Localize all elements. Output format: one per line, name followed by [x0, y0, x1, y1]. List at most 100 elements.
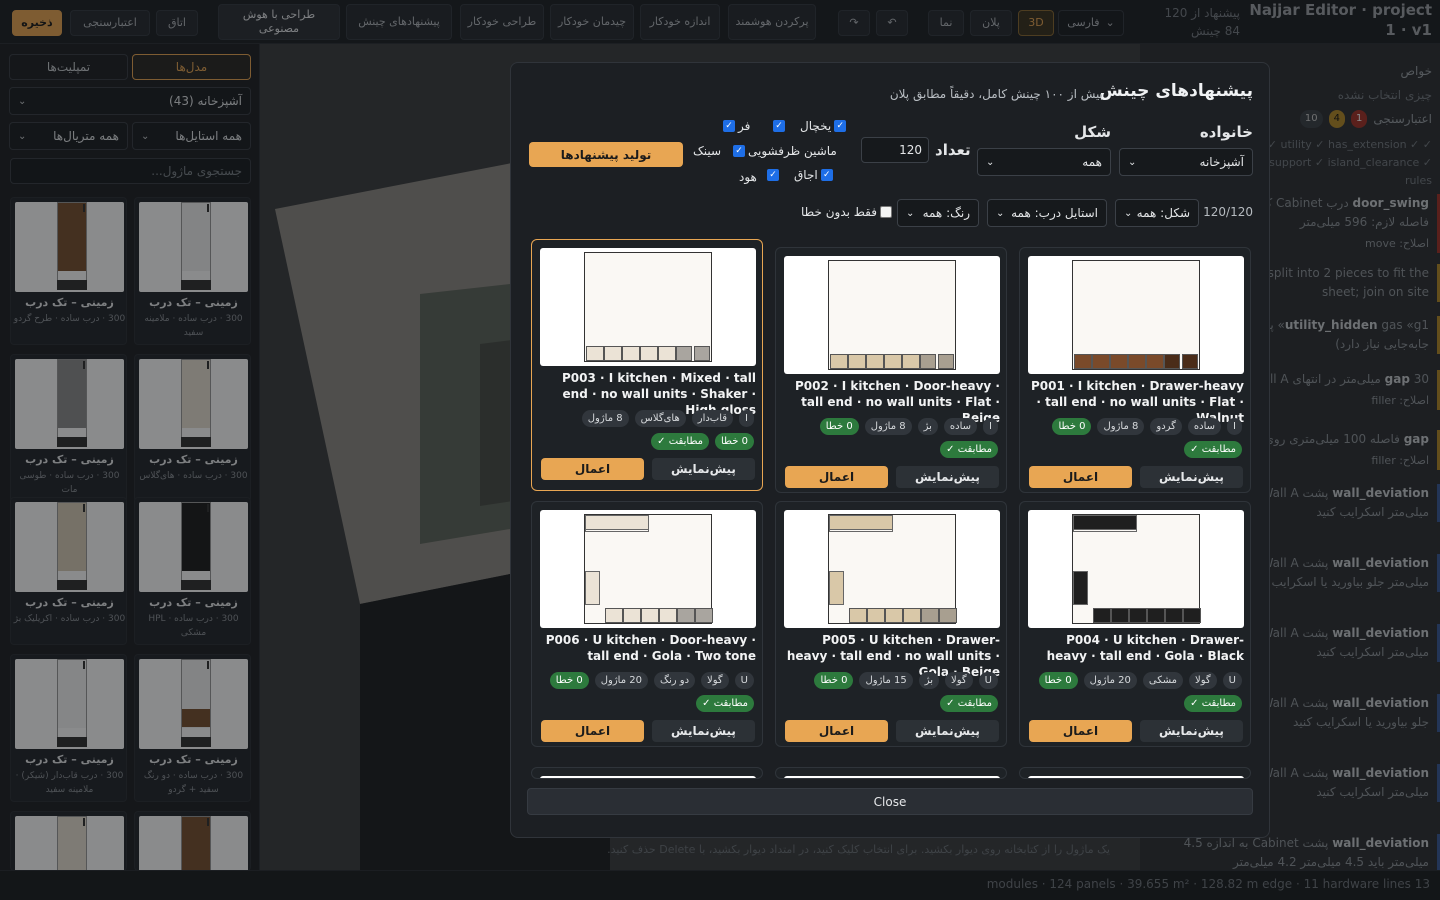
suggestion-card[interactable]: P004 · U kitchen · Drawer-heavy · tall e… [1019, 501, 1251, 747]
shape-select[interactable]: ⌄ همه [977, 148, 1111, 176]
apply-button[interactable]: اعمال [785, 466, 888, 488]
cabinet-unit [694, 346, 710, 361]
layout-suggestions-dialog: پیشنهادهای چینش بیش از ۱۰۰ چینش کامل، دق… [510, 62, 1270, 838]
layout-thumbnail [540, 776, 756, 778]
tag: مشکی [1142, 672, 1184, 689]
cabinet-unit [903, 608, 921, 623]
cabinet-unit [1147, 608, 1165, 623]
tag: گولا [1189, 672, 1217, 689]
family-select[interactable]: ⌄ آشپزخانه [1119, 148, 1253, 176]
chevron-down-icon: ⌄ [986, 156, 995, 168]
shape-value: همه [1082, 155, 1102, 169]
filter-door-value: استایل درب: همه [1011, 206, 1098, 220]
room-outline [828, 514, 957, 624]
tag: U [978, 672, 998, 689]
cabinet-unit [640, 346, 658, 361]
preview-button[interactable]: پیش‌نمایش [1140, 720, 1243, 742]
apply-button[interactable]: اعمال [541, 720, 644, 742]
stove-checkbox[interactable]: ✓ اجاق ✓ [767, 168, 833, 182]
cabinet-unit [1182, 354, 1198, 369]
cabinet-unit [1183, 608, 1201, 623]
layout-thumbnail [1028, 776, 1244, 778]
error-free-checkbox[interactable]: فقط بدون خطا [801, 205, 892, 219]
match-badge: مطابقت ✓ [1184, 695, 1242, 712]
layout-thumbnail [1028, 256, 1244, 374]
count-label: تعداد [935, 141, 971, 159]
side-unit [829, 571, 844, 605]
cabinet-unit [605, 608, 623, 623]
checkbox-checked-icon: ✓ [773, 120, 785, 132]
sink-checkbox[interactable]: سینک [693, 144, 721, 158]
checkbox-unchecked-icon [880, 206, 892, 218]
match-badge: مطابقت ✓ [940, 441, 998, 458]
suggestion-card[interactable]: P005 · U kitchen · Drawer-heavy · tall e… [775, 501, 1007, 747]
cabinet-unit [623, 608, 641, 623]
close-button[interactable]: Close [527, 788, 1253, 815]
family-label: خانواده [1199, 123, 1253, 141]
cabinet-unit [885, 608, 903, 623]
preview-button[interactable]: پیش‌نمایش [896, 720, 999, 742]
room-outline [1072, 260, 1200, 370]
cabinet-unit [1110, 354, 1128, 369]
checkbox-checked-icon: ✓ [834, 120, 847, 132]
preview-button[interactable]: پیش‌نمایش [652, 720, 755, 742]
hood-checkbox[interactable]: هود [739, 170, 757, 184]
filter-color-select[interactable]: ⌄ رنگ: همه [897, 199, 979, 227]
error-count-badge: 0 خطا [715, 433, 754, 450]
cabinet-unit [658, 346, 676, 361]
apply-button[interactable]: اعمال [1029, 466, 1132, 488]
cabinet-unit [586, 346, 604, 361]
dialog-subtitle: بیش از ۱۰۰ چینش کامل، دقیقاً مطابق پلان [889, 87, 1103, 101]
count-input[interactable] [861, 137, 929, 163]
preview-button[interactable]: پیش‌نمایش [896, 466, 999, 488]
dishwasher-checkbox[interactable]: ماشین ظرفشویی ✓ [733, 144, 837, 158]
layout-thumbnail [784, 776, 1000, 778]
cabinet-unit [830, 354, 848, 369]
tag: بژ [918, 672, 940, 689]
preview-button[interactable]: پیش‌نمایش [652, 458, 755, 480]
apply-button[interactable]: اعمال [785, 720, 888, 742]
suggestion-card-partial [531, 767, 763, 779]
preview-button[interactable]: پیش‌نمایش [1140, 466, 1243, 488]
cabinet-unit [622, 346, 640, 361]
match-badge: مطابقت ✓ [940, 695, 998, 712]
tag-row: I ساده بژ 8 ماژول 0 خطا مطابقت ✓ [782, 418, 998, 458]
generate-suggestions-button[interactable]: تولید پیشنهادها [529, 142, 683, 167]
layout-thumbnail [540, 248, 756, 366]
tag-row: I ساده گردو 8 ماژول 0 خطا مطابقت ✓ [1026, 418, 1242, 458]
filter-door-select[interactable]: ⌄ استایل درب: همه [987, 199, 1107, 227]
suggestion-card[interactable]: P002 · I kitchen · Door-heavy · tall end… [775, 247, 1007, 493]
cabinet-unit [1146, 354, 1164, 369]
filter-shape-select[interactable]: ⌄ شکل: همه [1115, 199, 1199, 227]
apply-button[interactable]: اعمال [541, 458, 644, 480]
tag: گولا [945, 672, 973, 689]
sink-label: سینک [693, 144, 722, 158]
oven-checkbox[interactable]: فر ✓ [723, 119, 750, 133]
suggestion-card-partial [775, 767, 1007, 779]
filter-color-value: رنگ: همه [922, 206, 970, 220]
cabinet-unit [1164, 354, 1180, 369]
error-count-badge: 0 خطا [1038, 672, 1078, 689]
error-count-badge: 0 خطا [814, 672, 854, 689]
tag: I [739, 410, 754, 427]
cabinet-unit [1129, 608, 1147, 623]
cabinet-unit [848, 354, 866, 369]
fridge-checkbox[interactable]: ✓ یخچال ✓ [773, 119, 847, 133]
apply-button[interactable]: اعمال [1029, 720, 1132, 742]
cabinet-unit [1111, 608, 1129, 623]
cabinet-unit [1165, 608, 1183, 623]
room-outline [1072, 514, 1201, 624]
tag-row: I قاب‌دار های‌گلاس 8 ماژول 0 خطا مطابقت ✓ [538, 410, 754, 450]
error-count-badge: 0 خطا [819, 418, 859, 435]
room-outline [584, 514, 713, 624]
cabinet-unit [867, 608, 885, 623]
hood-label: هود [739, 170, 757, 184]
suggestion-card[interactable]: P003 · I kitchen · Mixed · tall end · no… [531, 239, 763, 491]
cabinet-unit [1093, 608, 1111, 623]
cabinet-unit [641, 608, 659, 623]
suggestion-card[interactable]: P006 · U kitchen · Door-heavy · tall end… [531, 501, 763, 747]
suggestion-card[interactable]: P001 · I kitchen · Drawer-heavy · tall e… [1019, 247, 1251, 493]
tag: قاب‌دار [691, 410, 734, 427]
chevron-down-icon: ⌄ [906, 207, 915, 219]
cabinet-unit [849, 608, 867, 623]
